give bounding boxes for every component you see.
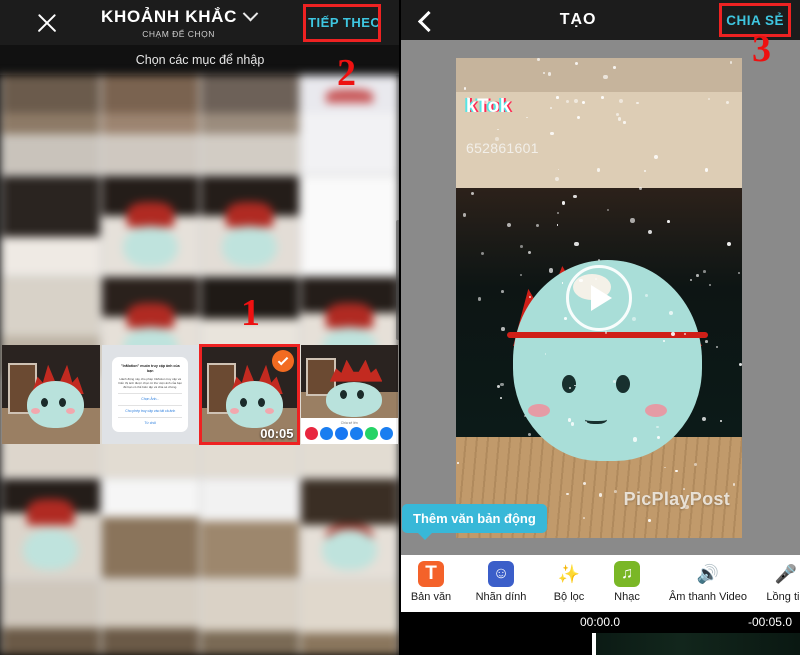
picker-title-row[interactable]: KHOẢNH KHẮC <box>100 5 259 27</box>
tiktok-watermark: kTok <box>466 96 511 118</box>
dialog-action-tertiary: Từ chối <box>118 417 183 425</box>
annotation-1: 1 <box>241 292 260 334</box>
page-title: KHOẢNH KHẮC <box>100 6 238 26</box>
toolbar-item-sticker[interactable]: ☺ Nhãn dính <box>462 560 540 603</box>
editor-title: TẠO <box>559 11 597 28</box>
check-circle-icon <box>271 350 294 372</box>
thumbnail-item-selected[interactable]: 00:05 <box>201 345 299 444</box>
grid-item[interactable] <box>2 580 100 655</box>
grid-item[interactable] <box>201 176 299 275</box>
grid-item[interactable] <box>201 580 299 655</box>
grid-item[interactable] <box>101 176 199 275</box>
create-editor-panel: TẠO CHIA SẺ kTok 652861601 PicPlayPost T… <box>400 0 800 655</box>
plush-eye-left <box>561 374 576 393</box>
thumbnail-item[interactable]: Chia sẻ lên <box>300 345 398 444</box>
play-button-icon[interactable] <box>566 265 632 331</box>
microphone-icon: 🎤 <box>774 563 798 584</box>
dialog-message: Hành động này cho phép InMotion truy cập… <box>118 376 183 389</box>
toolbar-item-label: Bản văn <box>410 591 452 603</box>
back-chevron-icon[interactable] <box>412 7 438 33</box>
editor-toolbar: T Bản văn ☺ Nhãn dính ✨ Bộ lọc ♫ Nhạc 🔊 Âm thanh … <box>400 555 800 612</box>
thumbnail-dialog: "InMotion" muốn truy cập ảnh của bạn Hàn… <box>101 345 199 444</box>
annotation-2: 2 <box>337 52 356 94</box>
grid-item[interactable] <box>201 75 299 174</box>
panel-divider <box>399 0 401 655</box>
messenger-lite-icon <box>350 427 364 440</box>
tiktok-user-id: 652861601 <box>466 139 539 156</box>
plush-cheek-left <box>527 403 550 417</box>
toolbar-item-magic-wand[interactable]: ✨ Bộ lọc <box>540 560 598 604</box>
grid-item[interactable] <box>300 580 398 655</box>
grid-item[interactable] <box>300 176 398 275</box>
whatsapp-icon <box>365 427 379 440</box>
grid-item[interactable] <box>300 479 398 578</box>
toolbar-item-text[interactable]: T Bản văn <box>400 560 462 603</box>
selected-filmstrip: "InMotion" muốn truy cập ảnh của bạn Hàn… <box>0 345 400 444</box>
speaker-icon: 🔊 <box>696 563 720 584</box>
toolbar-item-label: Âm thanh Video <box>668 591 748 603</box>
music-note-icon: ♫ <box>613 560 641 588</box>
playhead-marker[interactable] <box>592 633 596 655</box>
remaining-time: -00:05.0 <box>747 615 792 629</box>
line-icon <box>380 427 394 440</box>
grid-item[interactable] <box>2 479 100 578</box>
plush-mouth <box>584 413 607 425</box>
vimeo-icon <box>305 427 319 440</box>
dialog-action-secondary: Cho phép truy cập vào tất cả ảnh <box>118 405 183 413</box>
timeline-track[interactable] <box>400 633 800 655</box>
grid-item[interactable] <box>201 479 299 578</box>
dialog-title: "InMotion" muốn truy cập ảnh của bạn <box>120 363 180 373</box>
plush-headband <box>507 331 708 338</box>
share-sheet-label: Chia sẻ lên <box>340 421 358 426</box>
thumbnail-item[interactable] <box>2 345 100 444</box>
toolbar-item-speaker[interactable]: 🔊 Âm thanh Video <box>656 560 760 604</box>
video-stage: kTok 652861601 PicPlayPost Thêm văn bản … <box>400 40 800 555</box>
grid-item[interactable] <box>101 479 199 578</box>
text-icon: T <box>417 560 445 588</box>
facebook-icon <box>335 427 349 440</box>
thumbnail-share-sheet: Chia sẻ lên <box>300 345 398 444</box>
timeline[interactable]: 00:00.0 -00:05.0 <box>400 612 800 655</box>
picker-title-block[interactable]: KHOẢNH KHẮC CHẠM ĐỂ CHỌN <box>58 5 299 39</box>
moments-picker-panel: KHOẢNH KHẮC CHẠM ĐỂ CHỌN TIẾP THEO Chọn … <box>0 0 400 655</box>
grid-item[interactable] <box>101 580 199 655</box>
grid-item[interactable] <box>2 176 100 275</box>
clip-duration: 00:05 <box>260 426 294 441</box>
timeline-times: 00:00.0 -00:05.0 <box>400 612 800 633</box>
plush-eye-right <box>616 374 631 393</box>
app-watermark: PicPlayPost <box>623 489 730 509</box>
annotation-3: 3 <box>752 28 771 70</box>
toolbar-item-label: Nhãn dính <box>475 591 527 603</box>
screenshot-root: KHOẢNH KHẮC CHẠM ĐỂ CHỌN TIẾP THEO Chọn … <box>0 0 800 655</box>
grid-item[interactable] <box>2 75 100 174</box>
toolbar-item-microphone[interactable]: 🎤 Lồng tiế <box>760 560 800 604</box>
current-time: 00:00.0 <box>579 615 621 629</box>
chevron-down-icon[interactable] <box>242 5 259 22</box>
toolbar-item-music-note[interactable]: ♫ Nhạc <box>598 560 656 603</box>
toolbar-item-label: Nhạc <box>614 591 640 603</box>
video-preview[interactable]: kTok 652861601 PicPlayPost <box>456 58 742 538</box>
grid-item[interactable] <box>101 75 199 174</box>
thumbnail-photo <box>2 345 100 444</box>
toolbar-item-label: Bộ lọc <box>553 591 585 603</box>
close-icon[interactable] <box>32 8 62 38</box>
sticker-icon: ☺ <box>487 560 515 588</box>
add-motion-text-tooltip[interactable]: Thêm văn bản động <box>402 504 547 540</box>
dialog-action-primary: Chọn Ảnh... <box>118 393 183 401</box>
thumbnail-item[interactable]: "InMotion" muốn truy cập ảnh của bạn Hàn… <box>101 345 199 444</box>
plush-cheek-right <box>644 403 667 417</box>
toolbar-item-label: Lồng tiế <box>766 591 800 603</box>
magic-wand-icon: ✨ <box>557 563 581 584</box>
messenger-icon <box>320 427 334 440</box>
annotation-box-next <box>303 4 381 42</box>
picker-subtitle: CHẠM ĐỂ CHỌN <box>142 28 215 39</box>
